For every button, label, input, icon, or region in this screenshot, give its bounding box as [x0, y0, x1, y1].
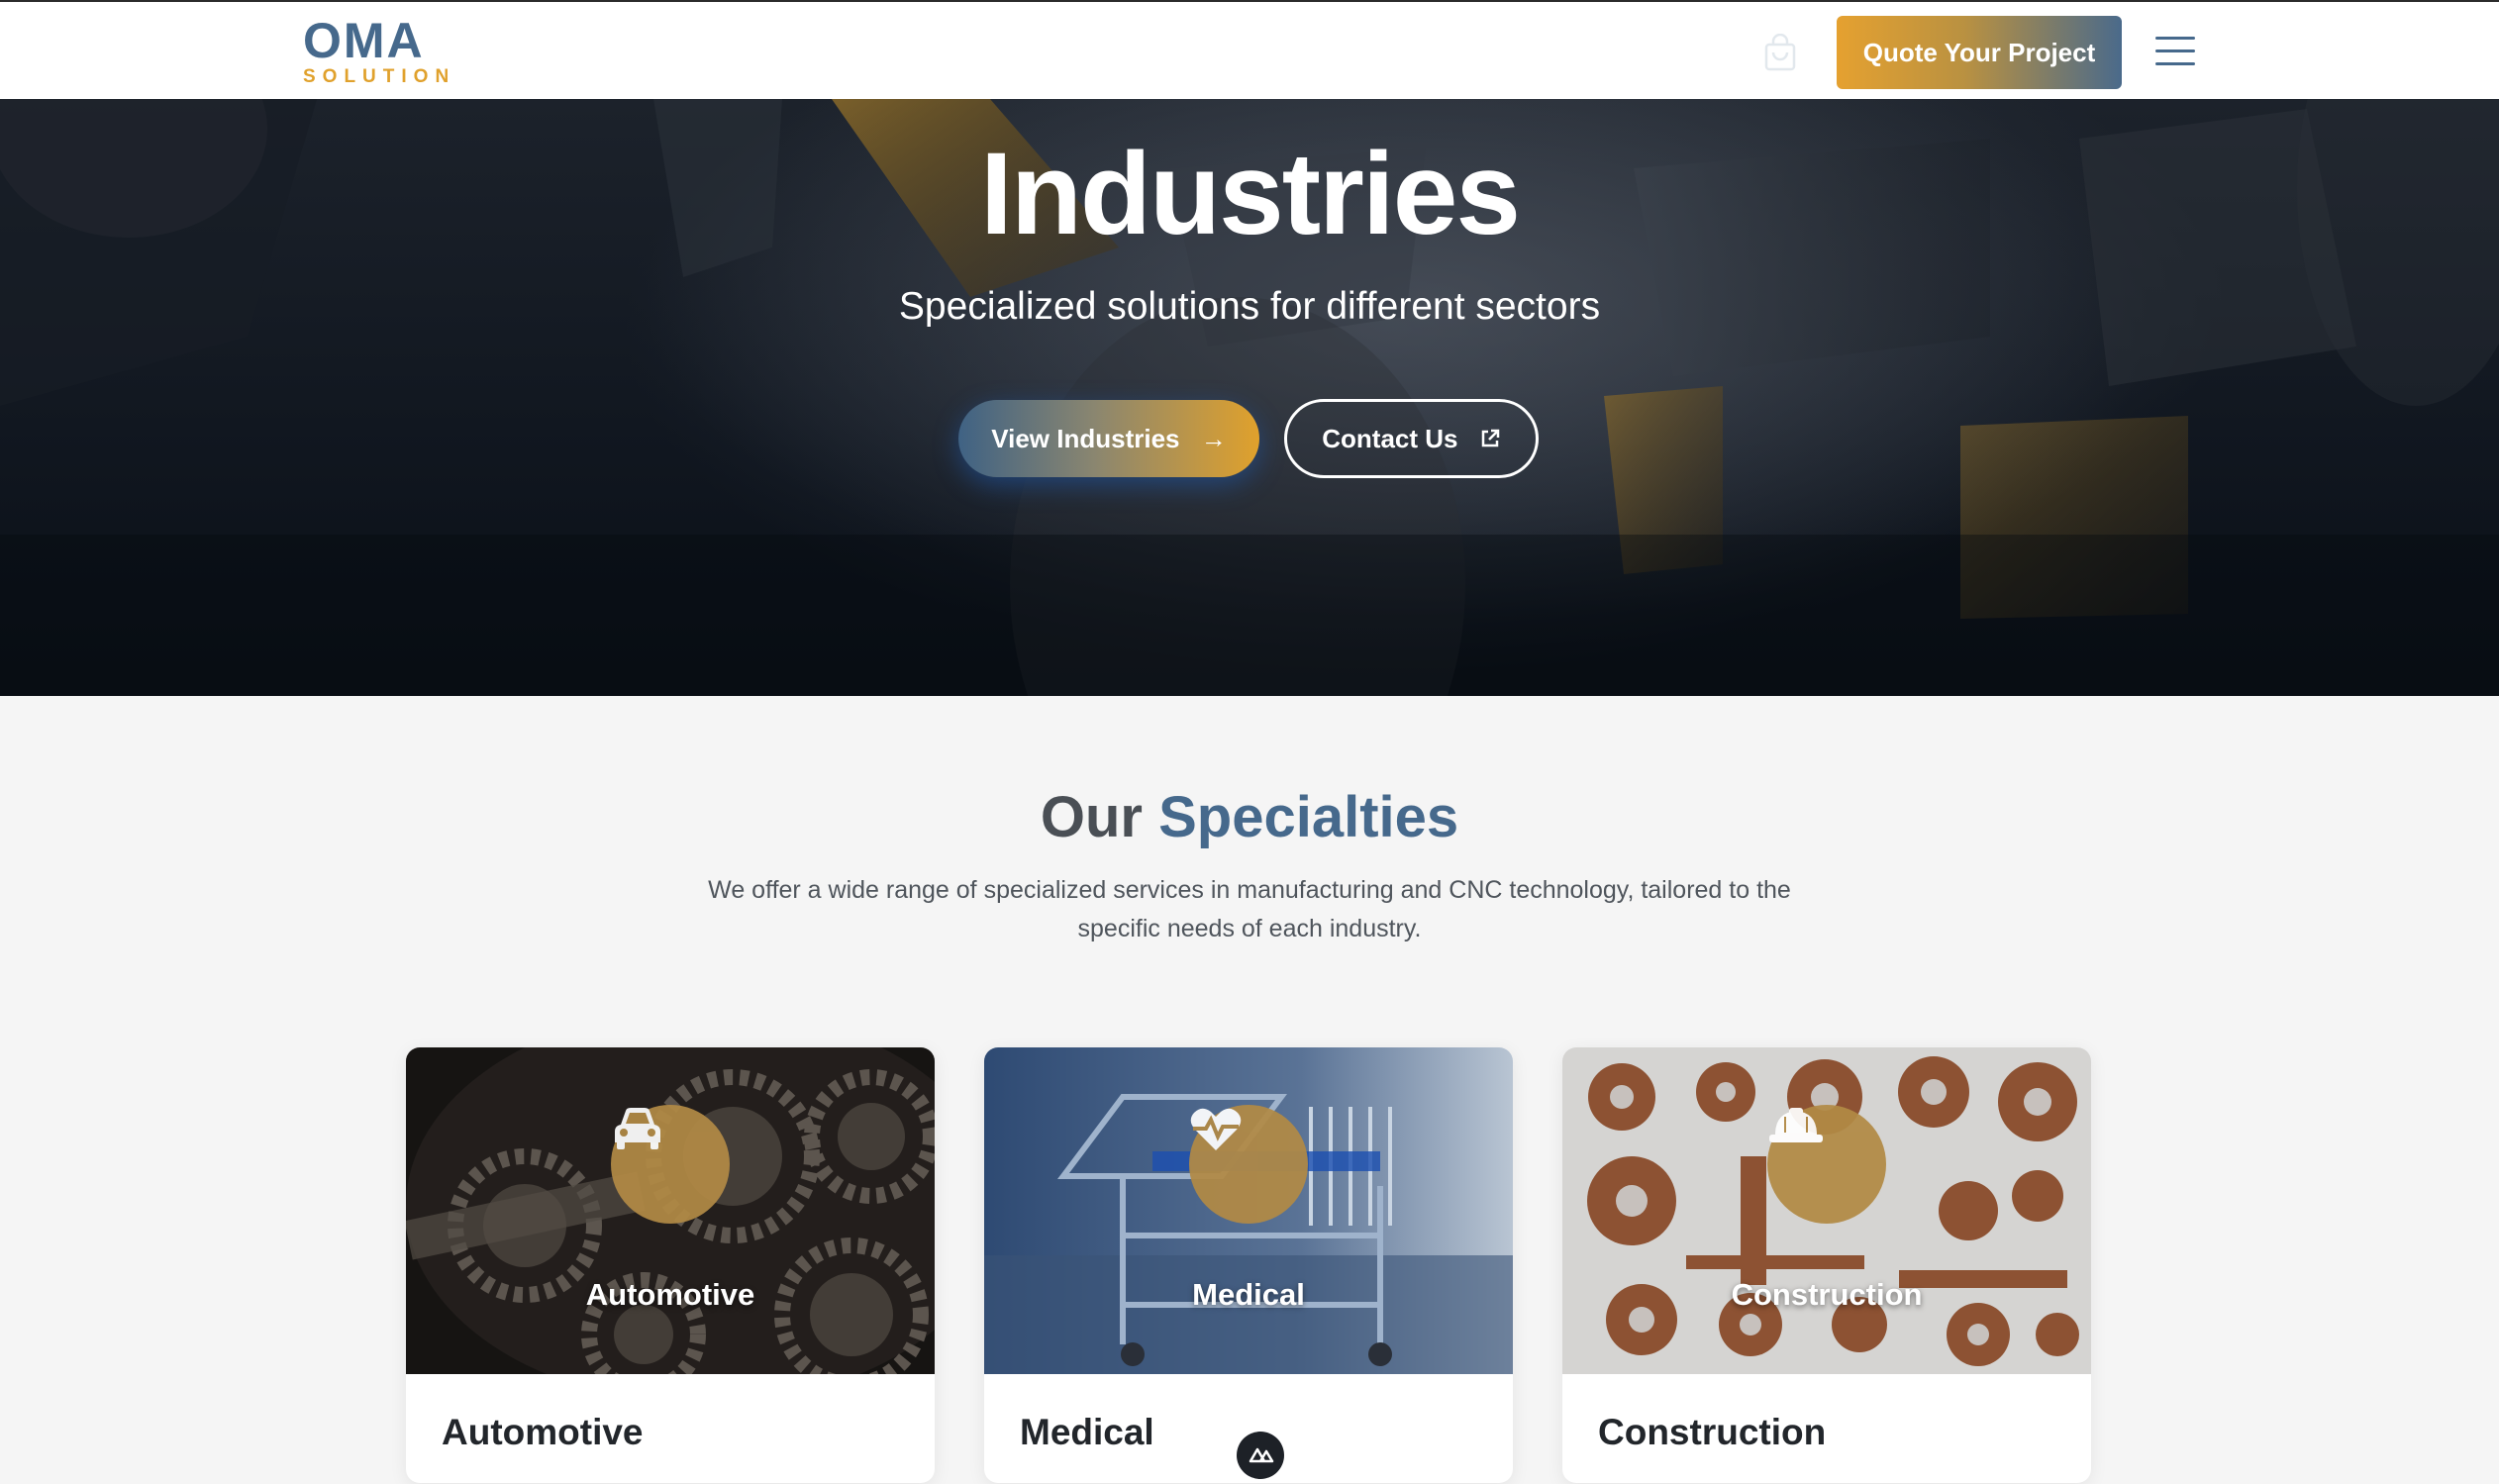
hero-subtitle: Specialized solutions for different sect… — [898, 285, 1601, 328]
card-title: Medical — [1020, 1412, 1154, 1452]
external-link-icon — [1481, 429, 1499, 446]
industry-card-construction[interactable]: Construction Construction — [1562, 1047, 2091, 1483]
card-title: Construction — [1598, 1412, 1827, 1452]
hero-title: Industries — [980, 129, 1521, 259]
card-title: Automotive — [442, 1412, 644, 1452]
logo[interactable]: OMA SOLUTION — [303, 16, 455, 86]
view-industries-label: View Industries — [991, 423, 1180, 453]
section-title-part2: Specialties — [1158, 785, 1459, 849]
industry-card-automotive[interactable]: Automotive Automotive — [406, 1047, 935, 1483]
hard-hat-icon — [1767, 1105, 1886, 1224]
navbar: OMA SOLUTION Quote Your Project — [0, 0, 2499, 99]
card-overlay-label: Medical — [1192, 1277, 1305, 1312]
logo-sub-text: SOLUTION — [303, 66, 456, 87]
card-overlay-label: Automotive — [585, 1277, 755, 1312]
card-image-automotive: Automotive — [406, 1047, 935, 1374]
view-industries-button[interactable]: View Industries → — [958, 400, 1259, 477]
hamburger-menu-icon[interactable] — [2155, 37, 2195, 66]
card-overlay-label: Construction — [1731, 1277, 1923, 1312]
arrow-right-icon: → — [1200, 423, 1227, 453]
hero-section: Industries Specialized solutions for dif… — [0, 99, 2499, 696]
quote-your-project-button[interactable]: Quote Your Project — [1837, 16, 2122, 89]
heart-pulse-icon — [1189, 1105, 1308, 1224]
nuxt-logo-icon[interactable] — [1237, 1432, 1284, 1479]
section-title-part1: Our — [1040, 785, 1143, 849]
logo-main-text: OMA — [303, 13, 425, 68]
shopping-bag-icon[interactable] — [1760, 34, 1800, 73]
car-icon — [611, 1105, 730, 1224]
industry-card-medical[interactable]: Medical Medical — [984, 1047, 1513, 1483]
contact-us-label: Contact Us — [1322, 423, 1458, 453]
card-image-construction: Construction — [1562, 1047, 2091, 1374]
section-description: We offer a wide range of specialized ser… — [708, 876, 1791, 942]
card-image-medical: Medical — [984, 1047, 1513, 1374]
contact-us-button[interactable]: Contact Us — [1284, 399, 1539, 478]
section-title: Our Specialties — [0, 784, 2499, 850]
